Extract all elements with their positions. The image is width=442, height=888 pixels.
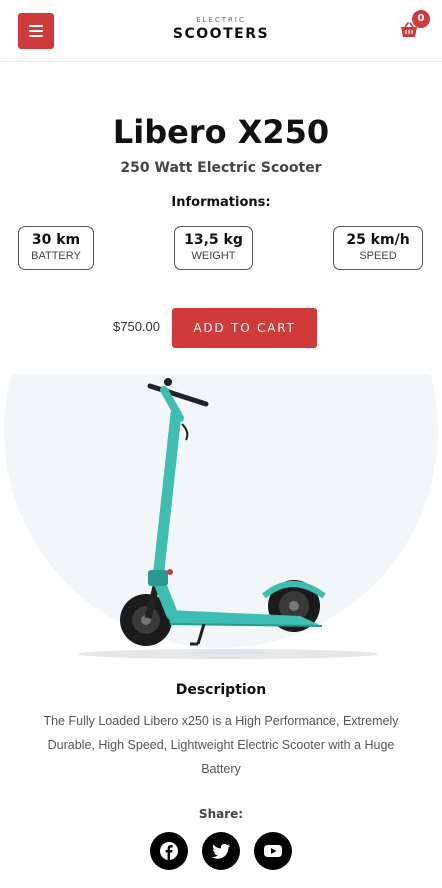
- share-twitter-button[interactable]: [202, 832, 240, 870]
- share-facebook-button[interactable]: [150, 832, 188, 870]
- spec-weight: 13,5 kg WEIGHT: [174, 226, 253, 270]
- product-subtitle: 250 Watt Electric Scooter: [120, 160, 322, 176]
- youtube-icon: [264, 845, 282, 857]
- share-heading: Share:: [198, 807, 244, 821]
- product-title: Libero X250: [112, 113, 330, 151]
- twitter-icon: [212, 843, 230, 859]
- brand-logo[interactable]: ELECTRIC SCOOTERS: [0, 16, 442, 43]
- product-hero: [0, 374, 442, 674]
- cart-button[interactable]: 0: [398, 10, 430, 48]
- share-youtube-button[interactable]: [254, 832, 292, 870]
- add-to-cart-button[interactable]: ADD TO CART: [172, 308, 317, 348]
- brand-name: SCOOTERS: [172, 26, 270, 42]
- description-text: The Fully Loaded Libero x250 is a High P…: [43, 714, 399, 776]
- description-heading: Description: [175, 682, 267, 698]
- spec-weight-value: 13,5 kg: [184, 232, 243, 248]
- brand-tagline: ELECTRIC: [196, 16, 246, 24]
- spec-battery-label: BATTERY: [31, 250, 81, 262]
- spec-speed: 25 km/h SPEED: [333, 226, 423, 270]
- spec-speed-label: SPEED: [359, 250, 397, 262]
- spec-battery: 30 km BATTERY: [18, 226, 94, 270]
- informations-heading: Informations:: [171, 195, 271, 210]
- cart-count-badge: 0: [412, 10, 430, 28]
- spec-speed-value: 25 km/h: [346, 232, 410, 248]
- facebook-icon: [160, 842, 178, 860]
- spec-weight-label: WEIGHT: [191, 250, 236, 262]
- product-price: $750.00: [113, 319, 160, 334]
- site-header: ELECTRIC SCOOTERS 0: [0, 0, 442, 62]
- spec-battery-value: 30 km: [31, 232, 81, 248]
- teal-electric-scooter-image: [78, 378, 378, 659]
